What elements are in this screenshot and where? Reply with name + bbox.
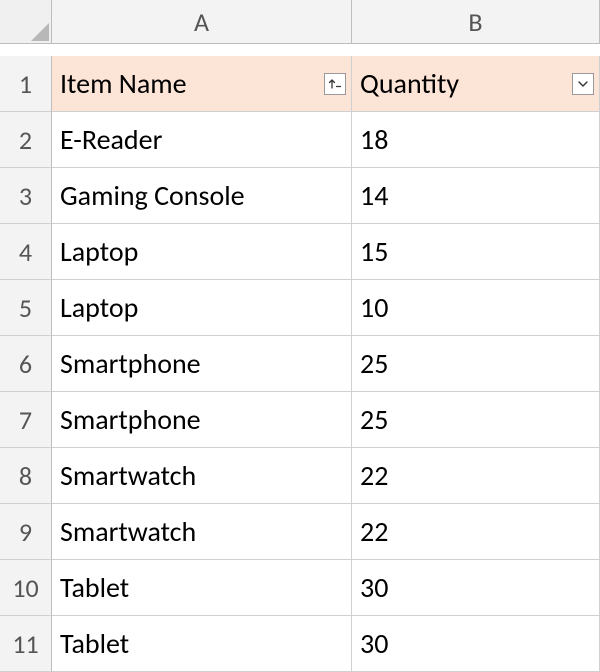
cell-value: E-Reader [60,122,162,157]
cell-B3[interactable]: 14 [352,168,600,224]
row-header-label: 5 [19,292,32,324]
cell-value: 18 [360,122,388,157]
row-header-10[interactable]: 10 [0,560,52,616]
cell-A2[interactable]: E-Reader [52,112,352,168]
cell-value: 30 [360,626,388,661]
table-header-label: Item Name [60,66,187,101]
row-header-9[interactable]: 9 [0,504,52,560]
cell-value: 15 [360,234,388,269]
cell-A5[interactable]: Laptop [52,280,352,336]
cell-value: 10 [360,290,388,325]
filter-dropdown-button-B[interactable] [572,73,594,95]
row-header-11[interactable]: 11 [0,616,52,672]
cell-A8[interactable]: Smartwatch [52,448,352,504]
row-header-label: 6 [19,348,32,380]
cell-value: Laptop [60,234,138,269]
cell-value: Gaming Console [60,178,245,213]
cell-B10[interactable]: 30 [352,560,600,616]
cell-B8[interactable]: 22 [352,448,600,504]
cell-A11[interactable]: Tablet [52,616,352,672]
row-header-label: 2 [19,124,32,156]
sort-asc-arrow-icon [328,77,342,91]
row-header-2[interactable]: 2 [0,112,52,168]
cell-B2[interactable]: 18 [352,112,600,168]
cell-B5[interactable]: 10 [352,280,600,336]
cell-A10[interactable]: Tablet [52,560,352,616]
cell-value: 22 [360,514,388,549]
select-all-corner[interactable] [0,0,52,44]
cell-B7[interactable]: 25 [352,392,600,448]
cell-B6[interactable]: 25 [352,336,600,392]
chevron-down-icon [577,78,589,90]
cell-value: Smartwatch [60,514,196,549]
row-header-label: 7 [19,404,32,436]
row-header-8[interactable]: 8 [0,448,52,504]
row-header-label: 8 [19,460,32,492]
row-header-3[interactable]: 3 [0,168,52,224]
cell-A3[interactable]: Gaming Console [52,168,352,224]
cell-B1[interactable]: Quantity [352,56,600,112]
cell-A7[interactable]: Smartphone [52,392,352,448]
select-all-triangle-icon [31,23,49,41]
cell-value: 14 [360,178,388,213]
cell-value: Smartphone [60,402,201,437]
row-header-label: 3 [19,180,32,212]
row-header-label: 10 [12,572,38,604]
cell-value: Smartwatch [60,458,196,493]
row-header-label: 11 [12,628,38,660]
cell-value: Tablet [60,570,129,605]
filter-sort-button-A[interactable] [324,73,346,95]
cell-value: Smartphone [60,346,201,381]
column-header-label: A [194,6,209,38]
cell-value: 22 [360,458,388,493]
row-header-4[interactable]: 4 [0,224,52,280]
cell-B4[interactable]: 15 [352,224,600,280]
row-header-5[interactable]: 5 [0,280,52,336]
cell-value: Laptop [60,290,138,325]
row-header-label: 1 [19,68,32,100]
cell-B11[interactable]: 30 [352,616,600,672]
row-header-7[interactable]: 7 [0,392,52,448]
cell-A9[interactable]: Smartwatch [52,504,352,560]
spreadsheet-grid: A B 1 Item Name Quantity [0,0,600,672]
row-header-label: 4 [19,236,32,268]
column-header-A[interactable]: A [52,0,352,44]
cell-B9[interactable]: 22 [352,504,600,560]
cell-A6[interactable]: Smartphone [52,336,352,392]
column-header-label: B [468,6,482,38]
row-header-6[interactable]: 6 [0,336,52,392]
cell-A4[interactable]: Laptop [52,224,352,280]
cell-value: 25 [360,346,388,381]
row-header-1[interactable]: 1 [0,56,52,112]
cell-value: Tablet [60,626,129,661]
cell-A1[interactable]: Item Name [52,56,352,112]
row-header-label: 9 [19,516,32,548]
cell-value: 25 [360,402,388,437]
cell-value: 30 [360,570,388,605]
table-header-label: Quantity [360,66,459,101]
column-header-B[interactable]: B [352,0,600,44]
